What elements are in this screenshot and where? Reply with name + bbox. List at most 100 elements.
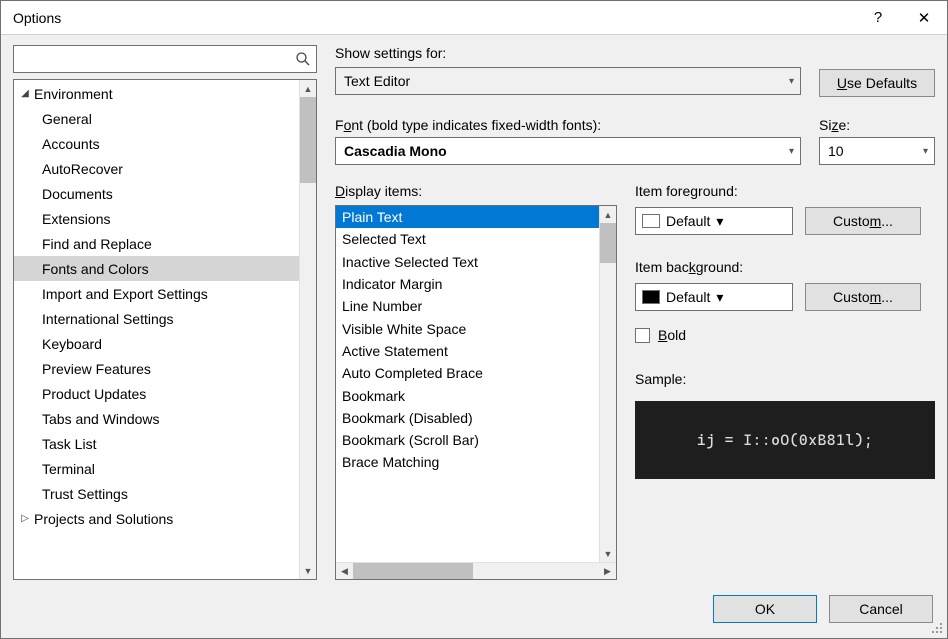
list-item[interactable]: Selected Text: [336, 228, 599, 250]
fg-value: Default: [666, 213, 710, 229]
chevron-down-icon: ▾: [789, 76, 794, 87]
tree-item[interactable]: Task List: [14, 431, 299, 456]
scroll-track[interactable]: [300, 183, 316, 562]
tree-item-label: Environment: [34, 86, 113, 102]
list-item[interactable]: Bookmark (Disabled): [336, 407, 599, 429]
cancel-button[interactable]: Cancel: [829, 595, 933, 623]
size-select[interactable]: 10 ▾: [819, 137, 935, 165]
tree-item-label: International Settings: [42, 311, 174, 327]
foreground-color-select[interactable]: Default ▾: [635, 207, 793, 235]
tree-item[interactable]: Preview Features: [14, 356, 299, 381]
search-box[interactable]: [13, 45, 317, 73]
scroll-up-icon[interactable]: ▲: [600, 206, 616, 223]
tree-item[interactable]: Find and Replace: [14, 231, 299, 256]
chevron-down-icon: ▾: [716, 289, 723, 306]
tree-item[interactable]: Fonts and Colors: [14, 256, 299, 281]
ok-button[interactable]: OK: [713, 595, 817, 623]
scroll-up-icon[interactable]: ▲: [300, 80, 316, 97]
tree-scrollbar[interactable]: ▲ ▼: [299, 80, 316, 579]
sample-text: ij = I::oO(0xB81l);: [697, 431, 874, 449]
tree-item[interactable]: Extensions: [14, 206, 299, 231]
right-panel: Show settings for: Text Editor ▾ Use Def…: [335, 45, 935, 580]
item-background-label: Item background:: [635, 259, 935, 275]
tree-item[interactable]: Terminal: [14, 456, 299, 481]
fg-custom-button[interactable]: Custom...: [805, 207, 921, 235]
window-title: Options: [13, 10, 855, 26]
tree-item[interactable]: Accounts: [14, 131, 299, 156]
tree-item-label: Keyboard: [42, 336, 102, 352]
tree-item[interactable]: ◢Environment: [14, 81, 299, 106]
tree-item[interactable]: Keyboard: [14, 331, 299, 356]
sample-label: Sample:: [635, 371, 935, 387]
tree-item[interactable]: ▷Projects and Solutions: [14, 506, 299, 531]
tree-item-label: Fonts and Colors: [42, 261, 149, 277]
expand-down-icon[interactable]: ◢: [16, 88, 34, 99]
tree-item[interactable]: AutoRecover: [14, 156, 299, 181]
expand-right-icon[interactable]: ▷: [16, 513, 34, 524]
item-foreground-label: Item foreground:: [635, 183, 935, 199]
list-item[interactable]: Plain Text: [336, 206, 599, 228]
tree-item-label: Extensions: [42, 211, 110, 227]
dialog-footer: OK Cancel: [1, 580, 947, 638]
list-item[interactable]: Bookmark: [336, 384, 599, 406]
scroll-thumb[interactable]: [600, 223, 616, 263]
tree-item[interactable]: General: [14, 106, 299, 131]
chevron-down-icon: ▾: [923, 146, 928, 157]
bold-checkbox[interactable]: [635, 328, 650, 343]
font-select[interactable]: Cascadia Mono ▾: [335, 137, 801, 165]
show-settings-value: Text Editor: [344, 73, 410, 89]
list-item[interactable]: Inactive Selected Text: [336, 251, 599, 273]
background-color-select[interactable]: Default ▾: [635, 283, 793, 311]
bg-custom-button[interactable]: Custom...: [805, 283, 921, 311]
tree-item-label: Preview Features: [42, 361, 151, 377]
scroll-down-icon[interactable]: ▼: [600, 545, 616, 562]
scroll-right-icon[interactable]: ▶: [599, 563, 616, 580]
list-scrollbar-h[interactable]: ◀ ▶: [336, 562, 616, 579]
list-item[interactable]: Auto Completed Brace: [336, 362, 599, 384]
search-icon: [290, 51, 316, 67]
scroll-thumb[interactable]: [353, 563, 473, 579]
scroll-thumb[interactable]: [300, 97, 316, 183]
list-item[interactable]: Line Number: [336, 295, 599, 317]
list-item[interactable]: Bookmark (Scroll Bar): [336, 429, 599, 451]
size-value: 10: [828, 143, 844, 159]
close-button[interactable]: ✕: [901, 1, 947, 35]
tree-item-label: Terminal: [42, 461, 95, 477]
help-button[interactable]: ?: [855, 1, 901, 35]
options-dialog: Options ? ✕ ◢Environment General Accounts A…: [0, 0, 948, 639]
list-item[interactable]: Visible White Space: [336, 317, 599, 339]
list-item[interactable]: Active Statement: [336, 340, 599, 362]
options-tree-wrap: ◢Environment General Accounts AutoRecoverDo…: [13, 79, 317, 580]
tree-item-label: Task List: [42, 436, 96, 452]
list-item[interactable]: Brace Matching: [336, 451, 599, 473]
font-value: Cascadia Mono: [344, 143, 447, 159]
sample-preview: ij = I::oO(0xB81l);: [635, 401, 935, 479]
options-tree[interactable]: ◢Environment General Accounts AutoRecoverDo…: [14, 80, 299, 579]
scroll-track[interactable]: [600, 263, 616, 545]
tree-item-label: Trust Settings: [42, 486, 128, 502]
tree-item[interactable]: Tabs and Windows: [14, 406, 299, 431]
chevron-down-icon: ▾: [716, 213, 723, 230]
titlebar: Options ? ✕: [1, 1, 947, 35]
tree-item[interactable]: Import and Export Settings: [14, 281, 299, 306]
chevron-down-icon: ▾: [789, 146, 794, 157]
display-items-listbox[interactable]: Plain TextSelected TextInactive Selected…: [335, 205, 617, 580]
use-defaults-button[interactable]: Use Defaults: [819, 69, 935, 97]
tree-item-label: General: [42, 111, 92, 127]
list-scrollbar-v[interactable]: ▲ ▼: [599, 206, 616, 562]
tree-item-label: Accounts: [42, 136, 100, 152]
tree-item[interactable]: Trust Settings: [14, 481, 299, 506]
search-input[interactable]: [14, 46, 290, 72]
scroll-left-icon[interactable]: ◀: [336, 563, 353, 580]
tree-item[interactable]: Product Updates: [14, 381, 299, 406]
tree-item[interactable]: Documents: [14, 181, 299, 206]
list-item[interactable]: Indicator Margin: [336, 273, 599, 295]
bold-checkbox-row[interactable]: Bold: [635, 327, 935, 343]
show-settings-label: Show settings for:: [335, 45, 801, 61]
tree-item[interactable]: International Settings: [14, 306, 299, 331]
scroll-down-icon[interactable]: ▼: [300, 562, 316, 579]
tree-item-label: Import and Export Settings: [42, 286, 208, 302]
bg-value: Default: [666, 289, 710, 305]
left-panel: ◢Environment General Accounts AutoRecoverDo…: [13, 45, 317, 580]
show-settings-select[interactable]: Text Editor ▾: [335, 67, 801, 95]
